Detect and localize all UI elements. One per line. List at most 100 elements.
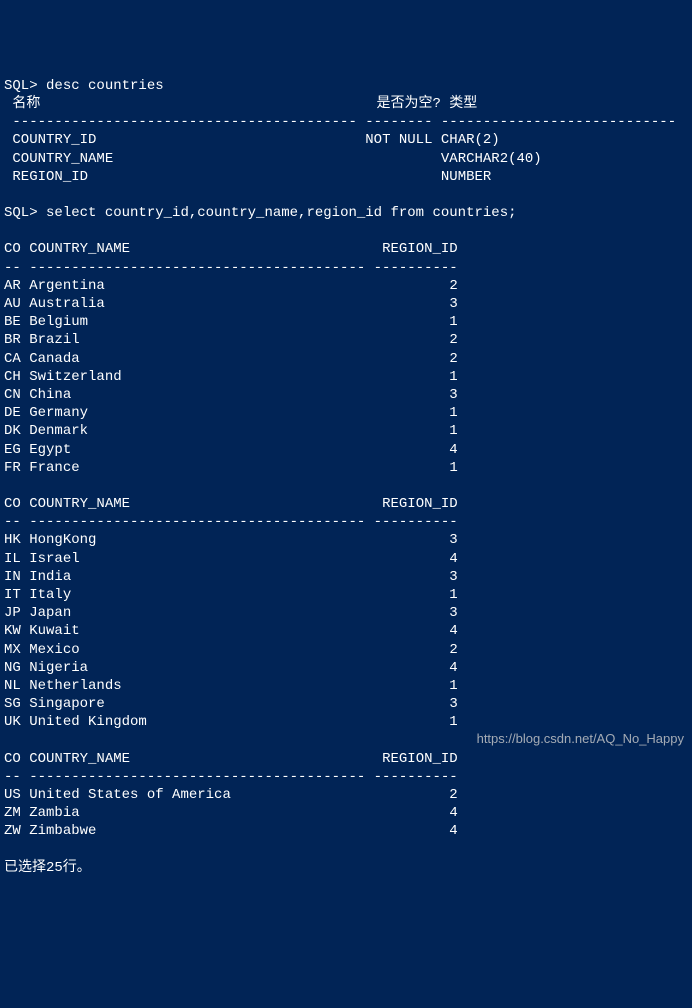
sql-prompt: SQL> [4, 205, 38, 221]
row-name: Netherlands [29, 678, 121, 694]
row-co: DE [4, 405, 21, 421]
row-name: Switzerland [29, 369, 121, 385]
row-co: MX [4, 642, 21, 658]
header-region-id: REGION_ID [382, 496, 458, 512]
row-region: 4 [449, 551, 457, 567]
row-name: Egypt [29, 442, 71, 458]
row-co: SG [4, 696, 21, 712]
terminal-output[interactable]: SQL> desc countries 名称 是否为空? 类型 --------… [0, 73, 692, 881]
row-name: United Kingdom [29, 714, 147, 730]
row-co: ZW [4, 823, 21, 839]
row-co: CN [4, 387, 21, 403]
row-name: Denmark [29, 423, 88, 439]
row-region: 2 [449, 332, 457, 348]
row-name: Germany [29, 405, 88, 421]
row-name: Singapore [29, 696, 105, 712]
header-country-name: COUNTRY_NAME [29, 751, 130, 767]
row-region: 4 [449, 823, 457, 839]
row-co: BR [4, 332, 21, 348]
row-co: NG [4, 660, 21, 676]
row-region: 4 [449, 623, 457, 639]
header-country-name: COUNTRY_NAME [29, 241, 130, 257]
row-region: 3 [449, 696, 457, 712]
result-divider: -- -------------------------------------… [4, 514, 458, 530]
row-region: 1 [449, 678, 457, 694]
command-desc: desc countries [46, 78, 164, 94]
command-select: select country_id,country_name,region_id… [46, 205, 516, 221]
row-region: 1 [449, 460, 457, 476]
row-name: Italy [29, 587, 71, 603]
row-co: AU [4, 296, 21, 312]
row-region: 2 [449, 278, 457, 294]
row-region: 4 [449, 442, 457, 458]
desc-header-type: 类型 [449, 96, 477, 112]
header-country-name: COUNTRY_NAME [29, 496, 130, 512]
desc-col-name: COUNTRY_NAME [12, 151, 113, 167]
desc-header-name: 名称 [12, 96, 40, 112]
desc-col-type: VARCHAR2(40) [441, 151, 542, 167]
row-co: CH [4, 369, 21, 385]
row-name: China [29, 387, 71, 403]
row-co: JP [4, 605, 21, 621]
desc-col-type: NUMBER [441, 169, 491, 185]
row-co: ZM [4, 805, 21, 821]
desc-col-name: REGION_ID [12, 169, 88, 185]
row-region: 2 [449, 787, 457, 803]
header-region-id: REGION_ID [382, 241, 458, 257]
row-region: 2 [449, 351, 457, 367]
footer-rows-selected: 已选择25行。 [4, 860, 91, 876]
row-co: UK [4, 714, 21, 730]
row-region: 3 [449, 387, 457, 403]
row-name: Israel [29, 551, 79, 567]
row-region: 1 [449, 423, 457, 439]
row-name: Mexico [29, 642, 79, 658]
row-region: 1 [449, 314, 457, 330]
row-co: IT [4, 587, 21, 603]
row-name: Belgium [29, 314, 88, 330]
row-region: 3 [449, 569, 457, 585]
header-region-id: REGION_ID [382, 751, 458, 767]
row-name: Zimbabwe [29, 823, 96, 839]
row-name: Nigeria [29, 660, 88, 676]
row-region: 3 [449, 605, 457, 621]
sql-prompt: SQL> [4, 78, 38, 94]
header-co: CO [4, 751, 21, 767]
row-name: Japan [29, 605, 71, 621]
row-region: 1 [449, 369, 457, 385]
row-co: FR [4, 460, 21, 476]
row-co: DK [4, 423, 21, 439]
desc-col-name: COUNTRY_ID [12, 132, 96, 148]
row-co: IN [4, 569, 21, 585]
row-name: Canada [29, 351, 79, 367]
row-name: HongKong [29, 532, 96, 548]
row-region: 2 [449, 642, 457, 658]
result-divider: -- -------------------------------------… [4, 769, 458, 785]
row-name: Australia [29, 296, 105, 312]
row-name: Zambia [29, 805, 79, 821]
desc-col-null: NOT NULL [365, 132, 432, 148]
row-name: United States of America [29, 787, 231, 803]
row-name: Brazil [29, 332, 79, 348]
row-region: 3 [449, 296, 457, 312]
desc-header-nullable: 是否为空? [376, 96, 440, 112]
row-name: France [29, 460, 79, 476]
row-co: KW [4, 623, 21, 639]
row-region: 3 [449, 532, 457, 548]
header-co: CO [4, 496, 21, 512]
header-co: CO [4, 241, 21, 257]
row-co: BE [4, 314, 21, 330]
row-region: 1 [449, 714, 457, 730]
row-name: Kuwait [29, 623, 79, 639]
row-region: 4 [449, 805, 457, 821]
divider: ----------------------------------------… [4, 114, 676, 130]
row-co: US [4, 787, 21, 803]
row-region: 1 [449, 405, 457, 421]
row-region: 1 [449, 587, 457, 603]
desc-col-type: CHAR(2) [441, 132, 500, 148]
row-co: AR [4, 278, 21, 294]
result-divider: -- -------------------------------------… [4, 260, 458, 276]
row-name: Argentina [29, 278, 105, 294]
row-name: India [29, 569, 71, 585]
row-co: HK [4, 532, 21, 548]
row-region: 4 [449, 660, 457, 676]
